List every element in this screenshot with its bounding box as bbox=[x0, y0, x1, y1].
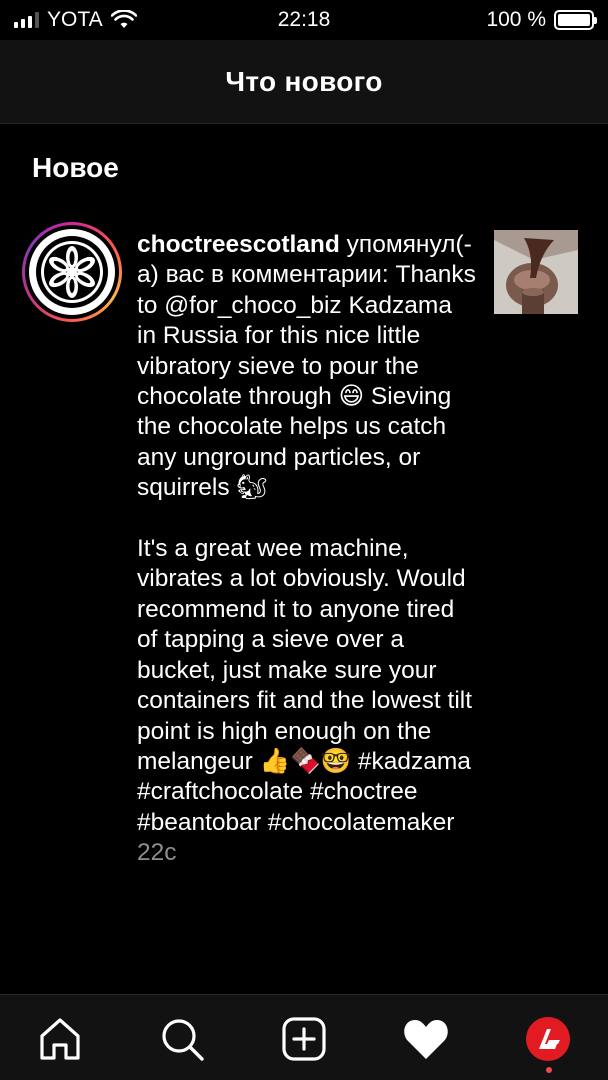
post-thumbnail[interactable] bbox=[494, 230, 578, 314]
status-bar: YOTA 22:18 100 % bbox=[0, 0, 608, 40]
tab-bar bbox=[0, 994, 608, 1080]
username-link[interactable]: choctreescotland bbox=[137, 231, 340, 258]
chocolate-pour-image-icon bbox=[494, 230, 578, 314]
tab-search[interactable] bbox=[158, 1015, 206, 1063]
tab-activity[interactable] bbox=[402, 1015, 450, 1063]
notification-dot bbox=[546, 1067, 552, 1073]
profile-avatar-icon bbox=[526, 1017, 570, 1061]
battery-group: 100 % bbox=[486, 8, 597, 32]
new-post-icon bbox=[282, 1017, 326, 1061]
search-icon bbox=[162, 1019, 204, 1061]
tab-home[interactable] bbox=[36, 1015, 84, 1063]
nav-header: Что нового bbox=[0, 40, 608, 124]
battery-icon bbox=[554, 10, 597, 30]
avatar[interactable] bbox=[22, 222, 122, 322]
activity-heart-icon bbox=[404, 1020, 448, 1059]
section-title: Новое bbox=[32, 152, 119, 183]
page-title: Что нового bbox=[225, 65, 383, 97]
tab-new-post[interactable] bbox=[280, 1015, 328, 1063]
home-icon bbox=[40, 1018, 80, 1060]
tab-profile[interactable] bbox=[524, 1015, 572, 1073]
choctree-logo-icon bbox=[36, 236, 108, 308]
comment-text: Thanks to @for_choco_biz Kadzama in Russ… bbox=[137, 261, 476, 836]
notification-text: choctreescotland упомянул(-а) вас в комм… bbox=[137, 230, 477, 869]
battery-percent: 100 % bbox=[486, 8, 546, 31]
